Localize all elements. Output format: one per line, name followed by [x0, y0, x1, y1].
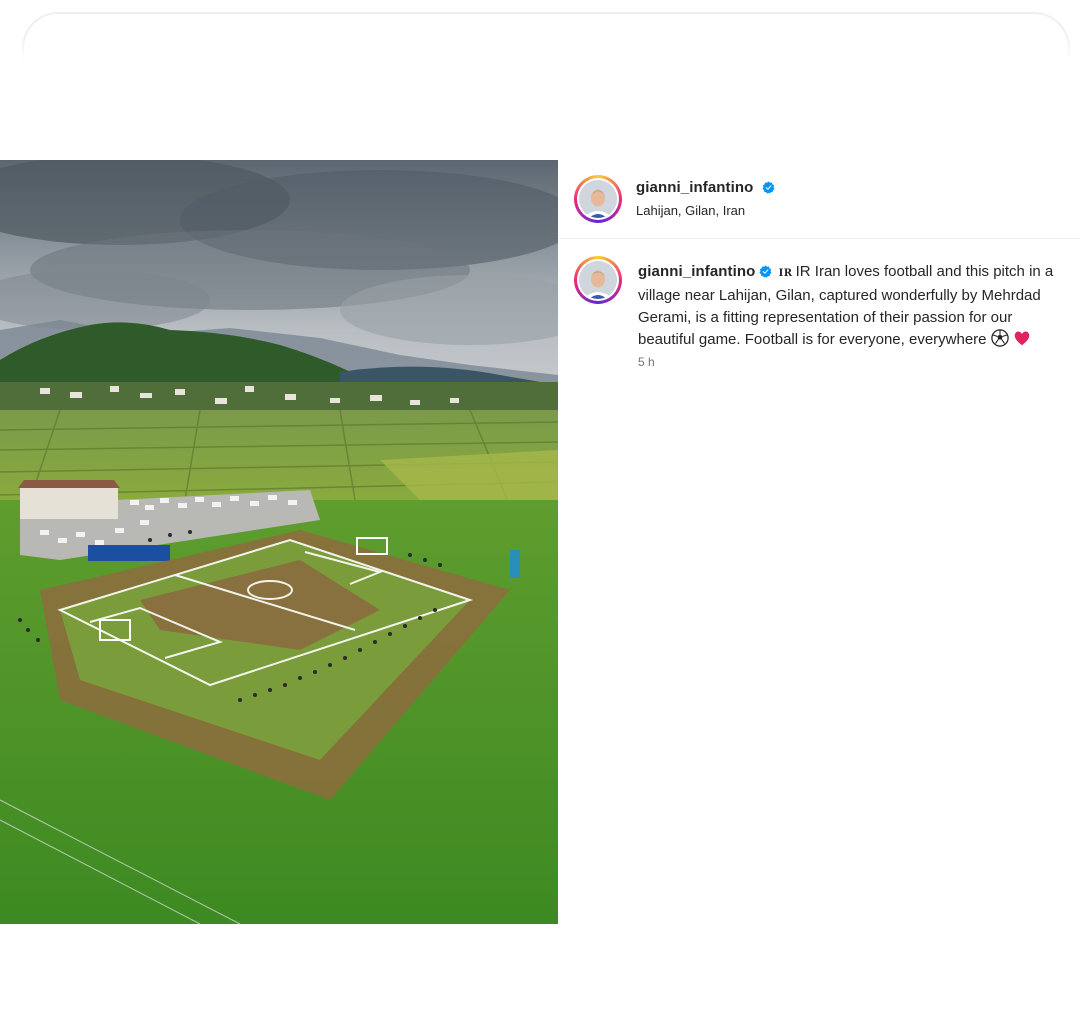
verified-badge-icon [759, 265, 772, 278]
post-header: gianni_infantino Lahijan, Gilan, Iran [559, 160, 1080, 239]
soccer-ball-icon [990, 329, 1009, 347]
post-location[interactable]: Lahijan, Gilan, Iran [636, 203, 745, 218]
red-heart-icon [1014, 331, 1029, 346]
post-side-panel: gianni_infantino Lahijan, Gilan, Iran gi… [559, 160, 1080, 924]
author-username[interactable]: gianni_infantino [636, 179, 753, 196]
post-caption: gianni_infantino IR IR Iran loves footbal… [638, 261, 1080, 351]
caption-avatar[interactable] [574, 256, 622, 304]
author-username-row: gianni_infantino [636, 179, 775, 197]
post-photo[interactable] [0, 160, 558, 924]
caption-username[interactable]: gianni_infantino [638, 263, 755, 280]
caption-text-line: Gerami, is a fitting representation of t… [638, 309, 1013, 326]
post-timestamp[interactable]: 5 h [638, 355, 655, 369]
caption-line-4: beautiful game. Football is for everyone… [638, 329, 1080, 351]
caption-text-line: IR Iran loves football and this pitch in… [795, 263, 1054, 280]
caption-line-1: gianni_infantino IR IR Iran loves footbal… [638, 261, 1080, 285]
iran-flag-icon: IR [778, 268, 793, 279]
caption-text-line: village near Lahijan, Gilan, captured wo… [638, 287, 1041, 304]
verified-badge-icon [762, 181, 775, 194]
author-avatar[interactable] [574, 175, 622, 223]
caption-text-line: beautiful game. Football is for everyone… [638, 331, 987, 348]
card-frame [22, 12, 1070, 94]
